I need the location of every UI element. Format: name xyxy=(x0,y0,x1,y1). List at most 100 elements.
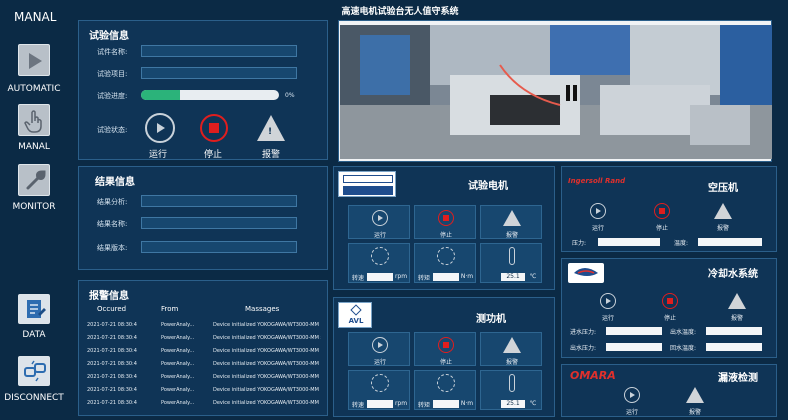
dyno-speed-cell: 转速 rpm xyxy=(348,370,410,410)
app-title: 高速电机试验台无人值守系统 xyxy=(341,7,459,17)
manal-button[interactable] xyxy=(18,104,50,136)
gauge-icon xyxy=(437,374,455,392)
disconnect-button[interactable] xyxy=(18,356,50,386)
avl-logo: AVL xyxy=(338,302,372,328)
alarm-info-title: 报警信息 xyxy=(89,291,129,302)
camera-image xyxy=(340,25,772,159)
motor-torque-unit: N·m xyxy=(460,273,474,280)
play-icon xyxy=(378,342,383,348)
result-info-title: 结果信息 xyxy=(95,177,135,188)
compressor-alarm-label: 报警 xyxy=(716,225,729,232)
chiller-logo xyxy=(568,263,604,283)
data-label: DATA xyxy=(22,330,46,340)
play-icon xyxy=(606,298,611,304)
automatic-button[interactable] xyxy=(18,44,50,76)
result-info-panel: 结果信息 结果分析: 结果名称: 结果版本: xyxy=(78,166,328,270)
table-row[interactable]: 2021-07-21 08:30:4 PowerAnaly... Device in… xyxy=(87,397,321,409)
chiller-field4-label: 回水温度: xyxy=(670,345,697,352)
dyno-speed-label: 转速 xyxy=(351,402,364,409)
table-cell: 2021-07-21 08:30:4 xyxy=(87,387,137,393)
motor-stop-cell[interactable]: 停止 xyxy=(414,205,476,239)
test-item-field[interactable] xyxy=(141,67,297,79)
progress-text: 0% xyxy=(285,92,295,99)
chiller-field2-label: 出水温度: xyxy=(670,329,697,336)
leak-run-label: 运行 xyxy=(625,409,638,416)
warning-mark: ! xyxy=(268,127,273,137)
chiller-field4-value xyxy=(706,343,762,351)
result-version-field[interactable] xyxy=(141,241,297,253)
dyno-panel: AVL 测功机 运行 停止 报警 转速 rpm 转矩 N·m 25.1 ℃ xyxy=(333,297,555,417)
chiller-alarm-label: 报警 xyxy=(730,315,743,322)
motor-torque-cell: 转矩 N·m xyxy=(414,243,476,283)
result-name-field[interactable] xyxy=(141,217,297,229)
dyno-torque-unit: N·m xyxy=(460,400,474,407)
monitor-label: MONITOR xyxy=(12,202,56,212)
compressor-field1-label: 压力: xyxy=(572,240,587,247)
document-icon xyxy=(27,300,46,318)
play-icon xyxy=(378,215,383,221)
stop-icon xyxy=(659,208,665,214)
motor-temp-unit: ℃ xyxy=(529,273,537,280)
table-row[interactable]: 2021-07-21 08:30:4 PowerAnaly... Device in… xyxy=(87,358,321,370)
table-cell: 2021-07-21 08:30:4 xyxy=(87,322,137,328)
monitor-button[interactable] xyxy=(18,164,50,196)
warning-icon xyxy=(714,203,732,219)
data-button[interactable] xyxy=(18,294,50,324)
dyno-run-cell[interactable]: 运行 xyxy=(348,332,410,366)
motor-alarm-cell[interactable]: 报警 xyxy=(480,205,542,239)
motor-title: 试验电机 xyxy=(468,181,508,192)
motor-speed-value xyxy=(367,273,393,281)
wrench-icon xyxy=(26,170,46,190)
alarm-info-panel: 报警信息 Occured From Massages 2021-07-21 08… xyxy=(78,280,328,416)
table-row[interactable]: 2021-07-21 08:30:4 PowerAnaly... Device in… xyxy=(87,384,321,396)
table-cell: PowerAnaly... xyxy=(161,348,195,354)
table-cell: PowerAnaly... xyxy=(161,374,195,380)
stop-label: 停止 xyxy=(204,150,223,160)
col-from: From xyxy=(161,305,179,313)
compressor-field2-label: 温度: xyxy=(674,240,689,247)
gauge-icon xyxy=(437,247,455,265)
table-cell: PowerAnaly... xyxy=(161,400,195,406)
chiller-title: 冷却水系统 xyxy=(708,269,758,280)
dyno-speed-value xyxy=(367,400,393,408)
result-version-label: 结果版本: xyxy=(97,244,128,252)
leak-alarm-label: 报警 xyxy=(688,409,701,416)
stop-icon xyxy=(443,342,449,348)
dyno-stop-cell[interactable]: 停止 xyxy=(414,332,476,366)
stop-icon xyxy=(209,123,219,133)
disconnect-label: DISCONNECT xyxy=(4,393,64,403)
table-cell: Device initialized YOKOGAWA/WT3000-MM xyxy=(213,361,319,367)
play-icon xyxy=(596,208,601,214)
table-cell: Device initialized YOKOGAWA/WT3000-MM x xyxy=(213,335,321,341)
chiller-field1-value xyxy=(606,327,662,335)
table-row[interactable]: 2021-07-21 08:30:4 PowerAnaly... Device in… xyxy=(87,345,321,357)
dyno-alarm-cell[interactable]: 报警 xyxy=(480,332,542,366)
compressor-stop-label: 停止 xyxy=(655,225,668,232)
thermometer-icon xyxy=(509,247,515,265)
dyno-stop-label: 停止 xyxy=(439,359,452,366)
run-label: 运行 xyxy=(149,150,168,160)
camera-feed xyxy=(338,20,772,162)
table-row[interactable]: 2021-07-21 08:30:4 PowerAnaly... Device in… xyxy=(87,332,321,344)
progress-label: 试验进度: xyxy=(97,92,128,100)
motor-run-label: 运行 xyxy=(373,232,386,239)
faw-logo xyxy=(338,171,396,197)
chiller-stop-label: 停止 xyxy=(663,315,676,322)
table-cell: PowerAnaly... xyxy=(161,322,195,328)
motor-temp-cell: 25.1 ℃ xyxy=(480,243,542,283)
table-cell: 2021-07-21 08:30:4 xyxy=(87,361,137,367)
motor-run-cell[interactable]: 运行 xyxy=(348,205,410,239)
table-cell: 2021-07-21 08:30:4 xyxy=(87,348,137,354)
motor-temp-value: 25.1 xyxy=(501,273,525,281)
chiller-field2-value xyxy=(706,327,762,335)
table-cell: 2021-07-21 08:30:4 xyxy=(87,374,137,380)
table-cell: PowerAnaly... xyxy=(161,361,195,367)
dyno-temp-value: 25.1 xyxy=(501,400,525,408)
table-row[interactable]: 2021-07-21 08:30:4 PowerAnaly... Device in… xyxy=(87,371,321,383)
compressor-run-label: 运行 xyxy=(591,225,604,232)
table-cell: Device initialized YOKOGAWA/WT3000-MM xyxy=(213,322,319,328)
dyno-temp-unit: ℃ xyxy=(529,400,537,407)
result-analysis-field[interactable] xyxy=(141,195,297,207)
table-row[interactable]: 2021-07-21 08:30:4 PowerAnaly... Device in… xyxy=(87,319,321,331)
test-name-field[interactable] xyxy=(141,45,297,57)
